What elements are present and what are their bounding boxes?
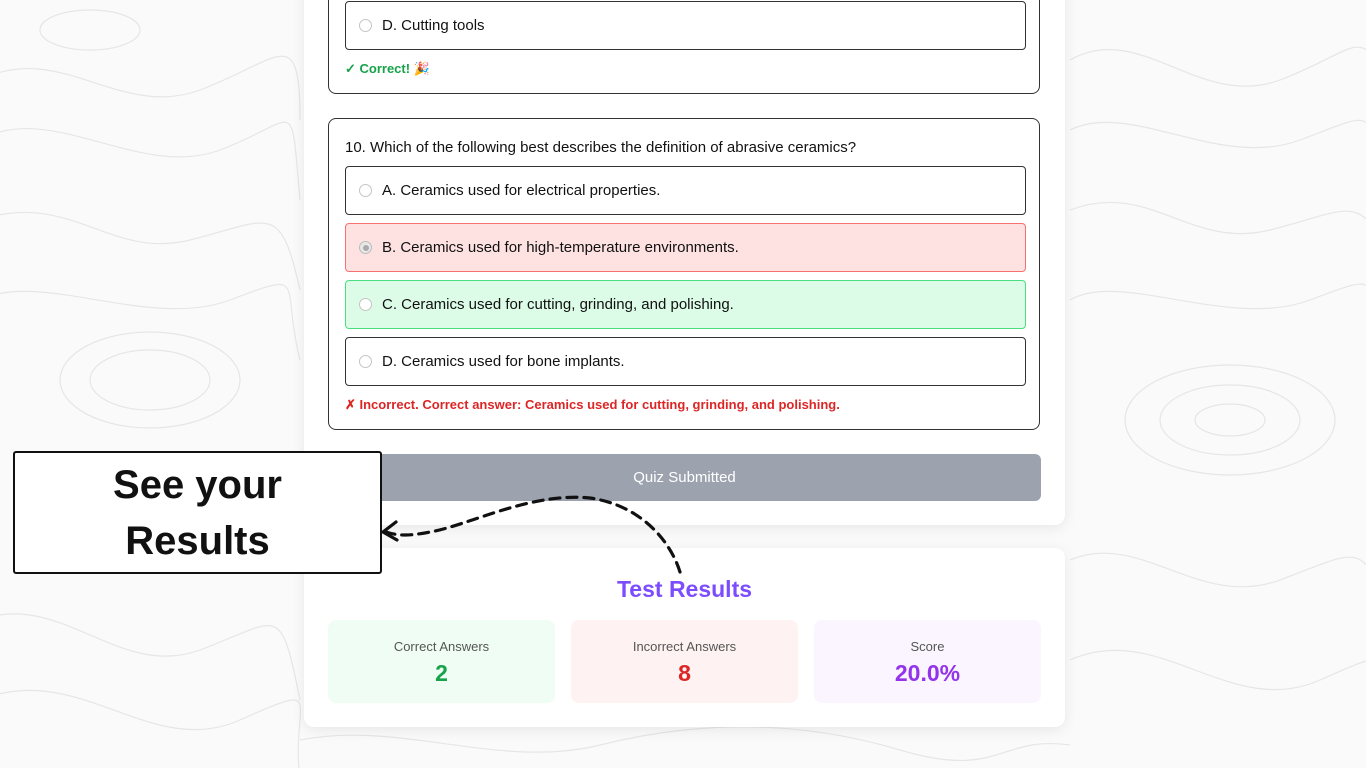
question9-option-d[interactable]: D. Cutting tools [345, 1, 1026, 50]
question10-feedback: ✗ Incorrect. Correct answer: Ceramics us… [345, 397, 840, 412]
radio-checked-icon[interactable] [359, 241, 372, 254]
incorrect-answers-label: Incorrect Answers [632, 639, 737, 654]
option-label: A. Ceramics used for electrical properti… [382, 182, 661, 199]
score-label: Score [910, 639, 945, 654]
question10-option-d[interactable]: D. Ceramics used for bone implants. [345, 337, 1026, 386]
option-label: B. Ceramics used for high-temperature en… [382, 239, 739, 256]
correct-answers-card: Correct Answers 2 [328, 620, 555, 703]
incorrect-answers-value: 8 [678, 660, 691, 686]
question10-text: 10. Which of the following best describe… [345, 139, 857, 156]
see-results-callout: See your Results [13, 451, 382, 574]
option-label: C. Ceramics used for cutting, grinding, … [382, 296, 734, 313]
radio-icon[interactable] [359, 184, 372, 197]
question-card-10: 10. Which of the following best describe… [328, 118, 1040, 430]
question10-option-a[interactable]: A. Ceramics used for electrical properti… [345, 166, 1026, 215]
option-label: D. Ceramics used for bone implants. [382, 353, 625, 370]
radio-icon[interactable] [359, 355, 372, 368]
question10-option-c[interactable]: C. Ceramics used for cutting, grinding, … [345, 280, 1026, 329]
option-label: D. Cutting tools [382, 17, 485, 34]
radio-icon[interactable] [359, 19, 372, 32]
correct-answers-label: Correct Answers [393, 639, 490, 654]
incorrect-answers-card: Incorrect Answers 8 [571, 620, 798, 703]
question10-option-b[interactable]: B. Ceramics used for high-temperature en… [345, 223, 1026, 272]
results-title: Test Results [616, 576, 753, 602]
score-card: Score 20.0% [814, 620, 1041, 703]
score-value: 20.0% [894, 660, 961, 686]
radio-icon[interactable] [359, 298, 372, 311]
question9-feedback: ✓ Correct! 🎉 [345, 61, 430, 76]
callout-line-2: Results [125, 518, 270, 563]
quiz-submitted-button[interactable]: Quiz Submitted [328, 454, 1041, 501]
correct-answers-value: 2 [435, 660, 448, 686]
callout-line-1: See your [113, 462, 282, 507]
question-card-9: D. Cutting tools ✓ Correct! 🎉 [328, 0, 1040, 94]
